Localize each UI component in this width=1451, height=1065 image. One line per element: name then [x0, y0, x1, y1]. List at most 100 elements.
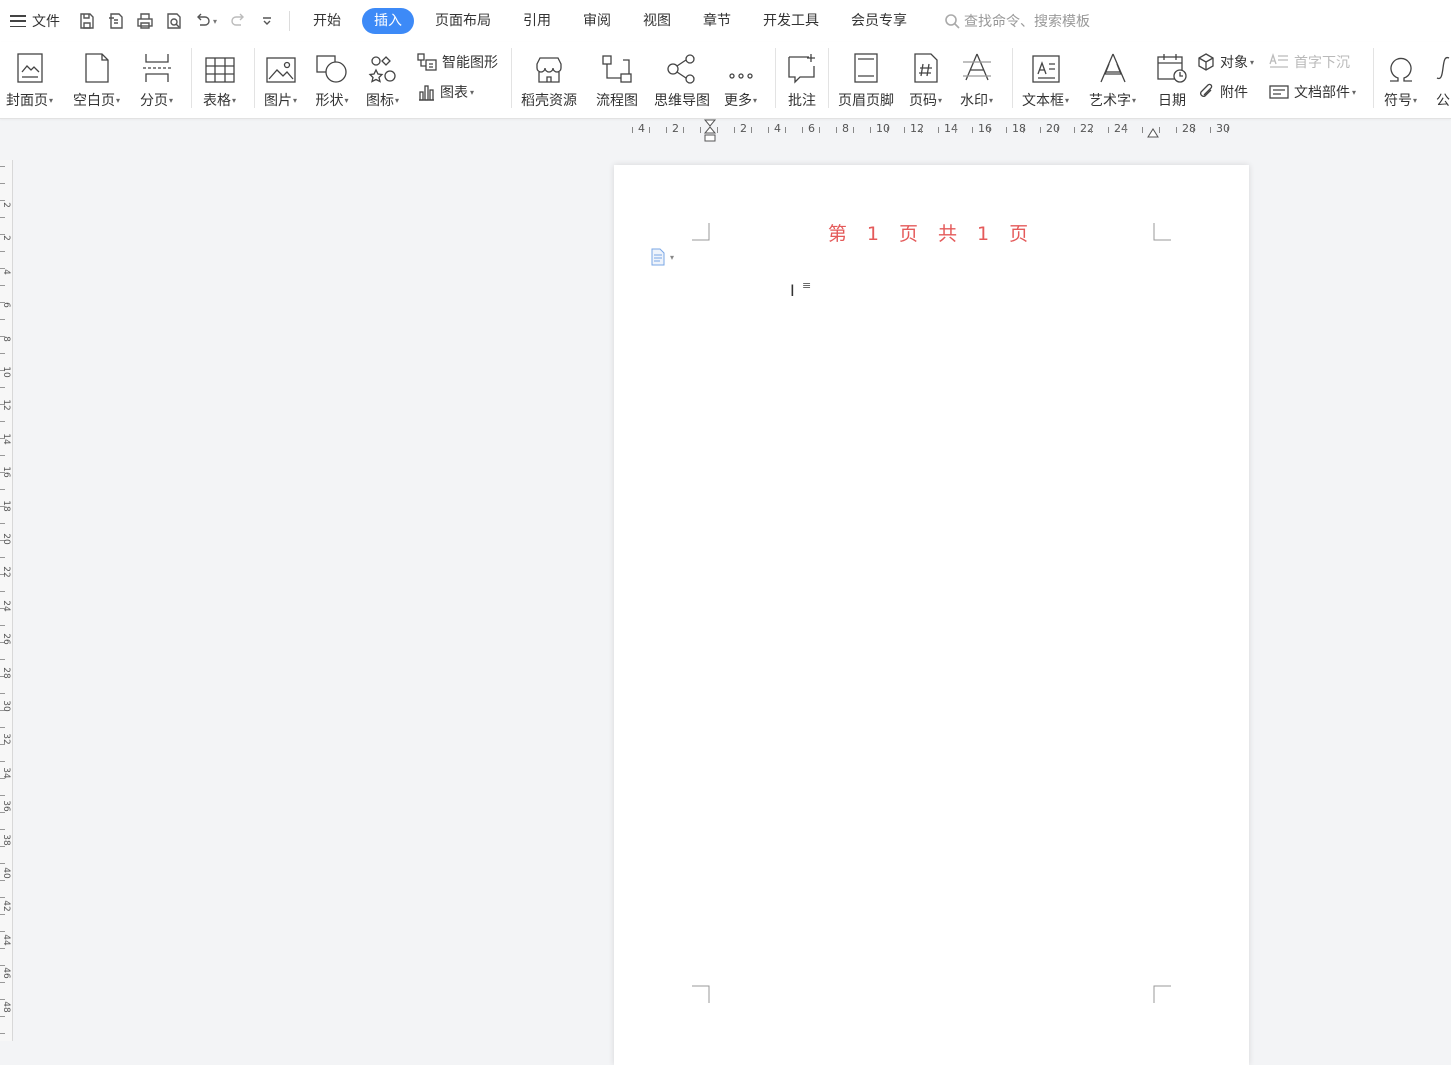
ruler-tick-label: 46 [1, 967, 11, 979]
icon-library-button[interactable]: 图标▾ [366, 46, 399, 112]
tab-section[interactable]: 章节 [692, 8, 742, 34]
ruler-tick-label: 24 [1, 600, 11, 612]
tab-developer-tools[interactable]: 开发工具 [752, 8, 830, 34]
document-parts-button[interactable]: 文档部件 ▾ [1268, 80, 1356, 104]
paragraph-mark-icon: ≡ [802, 279, 812, 292]
ruler-tick [819, 127, 820, 133]
customize-toolbar-icon[interactable] [252, 7, 281, 35]
tab-member-exclusive[interactable]: 会员专享 [840, 8, 918, 34]
ruler-tick [1057, 127, 1058, 133]
symbol-label: 符号 [1384, 93, 1412, 109]
blank-page-button[interactable]: 空白页▾ [73, 46, 120, 112]
mind-map-button[interactable]: 思维导图 [654, 46, 710, 112]
ruler-tick [1006, 127, 1007, 133]
object-button[interactable]: 对象 ▾ [1196, 50, 1254, 74]
file-menu-button[interactable]: 文件 [10, 0, 60, 42]
symbol-button[interactable]: 符号▾ [1384, 46, 1417, 112]
text-box-icon [1031, 46, 1061, 84]
chart-label: 图表 [440, 85, 468, 101]
chart-button[interactable]: 图表 ▾ [416, 80, 474, 104]
ruler-tick-label: 2 [1, 235, 11, 242]
shape-button[interactable]: 形状▾ [315, 46, 349, 112]
header-footer-label: 页眉页脚 [838, 93, 894, 109]
smart-art-icon [417, 53, 437, 71]
page-header-text[interactable]: 第 1 页 共 1 页 [614, 219, 1249, 246]
ruler-tick [0, 591, 5, 592]
attachment-button[interactable]: 附件 [1196, 80, 1248, 104]
table-label: 表格 [203, 93, 231, 109]
formula-label: 公 [1436, 93, 1450, 109]
paste-options-button[interactable]: ▾ [650, 248, 674, 266]
docer-resources-button[interactable]: 稻壳资源 [521, 46, 577, 112]
page-number-label: 页码 [909, 93, 937, 109]
document-page[interactable]: 第 1 页 共 1 页 ▾ I ≡ [614, 165, 1249, 1065]
undo-dropdown-icon[interactable]: ▾ [213, 17, 223, 26]
tab-review[interactable]: 审阅 [572, 8, 622, 34]
print-icon[interactable] [130, 7, 159, 35]
quick-access-toolbar: ▾ [72, 7, 281, 35]
ruler-tick [0, 795, 5, 796]
horizontal-ruler[interactable]: 4 2 2 4 6 8 10 12 14 16 18 20 22 24 28 30 [630, 119, 1230, 142]
comment-button[interactable]: 批注 [786, 46, 818, 112]
tab-view[interactable]: 视图 [632, 8, 682, 34]
more-button[interactable]: 更多▾ [724, 46, 757, 112]
docer-resources-label: 稻壳资源 [521, 93, 577, 109]
picture-icon [265, 46, 296, 84]
ruler-tick [870, 127, 871, 133]
tab-references[interactable]: 引用 [512, 8, 562, 34]
ruler-tick-label: 28 [1, 666, 11, 679]
object-label: 对象 [1220, 55, 1248, 71]
first-line-indent-marker-icon[interactable] [703, 119, 717, 143]
vertical-ruler[interactable]: 2 2 4 6 8 10 12 14 16 18 20 22 24 26 28 30 32 34 36 38 40 42 4… [0, 160, 13, 1041]
smart-art-button[interactable]: 智能图形 [416, 50, 498, 74]
date-button[interactable]: 日期 [1156, 46, 1188, 112]
export-pdf-icon[interactable] [101, 7, 130, 35]
comment-icon [786, 46, 818, 84]
cover-page-button[interactable]: 封面页▾ [6, 46, 53, 112]
ruler-tick [938, 127, 939, 133]
ruler-tick [0, 880, 5, 881]
command-search[interactable]: 查找命令、搜索模板 [944, 11, 1090, 31]
date-icon [1156, 46, 1188, 84]
flowchart-button[interactable]: 流程图 [596, 46, 638, 112]
word-art-button[interactable]: 艺术字▾ [1089, 46, 1136, 112]
ruler-tick-label: 8 [842, 122, 849, 135]
word-art-label: 艺术字 [1089, 93, 1131, 109]
ruler-tick [955, 127, 956, 133]
ruler-tick [717, 127, 718, 133]
ruler-tick [1108, 127, 1109, 133]
ruler-tick-label: 14 [1, 433, 11, 445]
save-icon[interactable] [72, 7, 101, 35]
print-preview-icon[interactable] [159, 7, 188, 35]
ruler-tick-label: 4 [774, 122, 781, 135]
document-parts-label: 文档部件 [1294, 85, 1350, 101]
ruler-tick-label: 2 [672, 122, 679, 135]
ruler-tick-label: 36 [1, 800, 11, 812]
ruler-tick [0, 1033, 5, 1034]
ruler-tick-label: 16 [1, 466, 11, 478]
drop-cap-icon [1269, 52, 1288, 68]
docer-resources-icon [533, 46, 565, 84]
right-indent-marker-icon[interactable] [1146, 121, 1160, 139]
redo-icon[interactable] [223, 7, 252, 35]
watermark-label: 水印 [960, 93, 988, 109]
page-number-button[interactable]: 页码▾ [909, 46, 942, 112]
watermark-button[interactable]: 水印▾ [960, 46, 993, 112]
tab-page-layout[interactable]: 页面布局 [424, 8, 502, 34]
header-footer-button[interactable]: 页眉页脚 [838, 46, 894, 112]
ruler-tick [751, 127, 752, 133]
tab-insert[interactable]: 插入 [362, 8, 414, 34]
shape-icon [315, 46, 349, 84]
drop-cap-button[interactable]: 首字下沉 [1268, 50, 1350, 74]
picture-button[interactable]: 图片▾ [264, 46, 297, 112]
page-break-button[interactable]: 分页▾ [140, 46, 173, 112]
ruler-tick [1023, 127, 1024, 133]
text-box-button[interactable]: 文本框▾ [1022, 46, 1069, 112]
formula-button[interactable]: 公 [1435, 46, 1451, 112]
ruler-tick [0, 455, 5, 456]
shape-label: 形状 [315, 93, 344, 109]
ruler-tick [0, 948, 5, 949]
tab-home[interactable]: 开始 [302, 8, 352, 34]
ruler-tick [972, 127, 973, 133]
table-button[interactable]: 表格▾ [203, 46, 236, 112]
